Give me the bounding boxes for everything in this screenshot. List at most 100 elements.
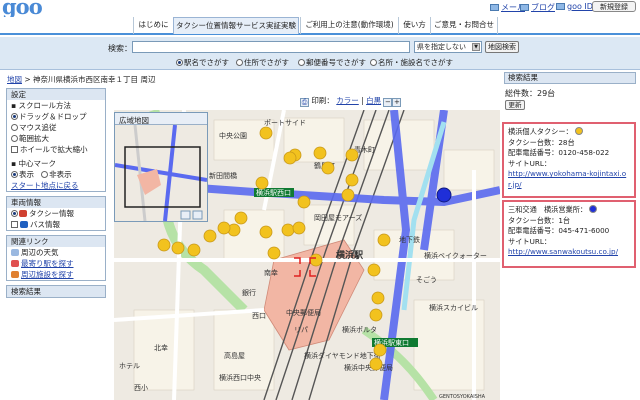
results-title: 検索結果 bbox=[504, 72, 636, 84]
tab-howto[interactable]: 使い方 bbox=[398, 17, 430, 34]
prefecture-select[interactable]: 県を指定しない ▼ bbox=[414, 41, 482, 53]
radio-icon bbox=[370, 59, 377, 66]
zoom-in-icon[interactable]: + bbox=[392, 98, 402, 107]
checkbox-icon bbox=[11, 221, 18, 228]
taxi-marker bbox=[341, 188, 355, 202]
taxi-info-checkbox[interactable]: タクシー情報 bbox=[7, 208, 105, 219]
scroll-follow[interactable]: マウス追従 bbox=[7, 122, 105, 133]
bus-icon bbox=[20, 221, 28, 228]
breadcrumb-root[interactable]: 地図 bbox=[7, 75, 22, 84]
zoom-in-icon[interactable] bbox=[192, 210, 203, 220]
mode-postal[interactable]: 郵便番号でさがす bbox=[298, 57, 366, 68]
links-title: 関連リンク bbox=[7, 236, 105, 247]
radio-icon bbox=[11, 210, 18, 217]
sanwa-dot-icon bbox=[589, 205, 598, 213]
scroll-title: ▪ スクロール方法 bbox=[11, 101, 71, 110]
radio-icon bbox=[298, 59, 305, 66]
result-name: 三和交通 横浜営業所： bbox=[508, 205, 630, 216]
overview-map[interactable]: 広域地図 bbox=[114, 112, 208, 222]
wheel-zoom-checkbox[interactable]: ホイールで拡大縮小 bbox=[7, 144, 105, 155]
taxi-marker bbox=[234, 211, 248, 225]
taxi-marker bbox=[292, 221, 306, 235]
result-phone: 配車電話番号：0120-458-022 bbox=[508, 148, 610, 158]
print-mono-link[interactable]: 白黒 bbox=[366, 96, 381, 105]
taxi-marker bbox=[309, 253, 323, 267]
results-total: 総件数：29台 bbox=[505, 89, 556, 98]
map-label: 銀行 bbox=[242, 288, 256, 297]
nearby-facility-link[interactable]: 周辺施設を探す bbox=[7, 269, 105, 280]
map-label: 横浜ベイクォーター bbox=[424, 251, 487, 260]
center-mark-options: 表示 非表示 bbox=[7, 169, 105, 180]
facility-icon bbox=[11, 271, 19, 278]
blog-link[interactable]: ブログ bbox=[520, 2, 555, 13]
search-input[interactable] bbox=[132, 41, 410, 53]
taxi-marker bbox=[297, 195, 311, 209]
checkbox-icon bbox=[11, 146, 18, 153]
map-label: GENTOSYOKAISHA bbox=[439, 394, 486, 400]
map-label: 横浜スカイビル bbox=[429, 303, 478, 312]
sidebar-results-title: 検索結果 bbox=[7, 286, 105, 297]
mode-address[interactable]: 住所でさがす bbox=[236, 57, 289, 68]
map-label: ポートサイド bbox=[264, 119, 306, 127]
taxi-marker bbox=[313, 146, 327, 160]
taxi-marker bbox=[187, 243, 201, 257]
radio-icon bbox=[41, 171, 49, 178]
scroll-zoom-range[interactable]: 範囲拡大 bbox=[7, 133, 105, 144]
tab-taxi-service[interactable]: タクシー位置情報サービス実証実験 bbox=[173, 17, 299, 34]
blog-icon bbox=[520, 4, 529, 11]
map-label: ホテル bbox=[119, 362, 140, 370]
map-search-button[interactable]: 地図検索 bbox=[485, 41, 519, 53]
map-label: 岡田屋モアーズ bbox=[314, 213, 362, 222]
map-label: 横浜中央郵便局 bbox=[344, 363, 393, 372]
taxi-marker bbox=[255, 176, 269, 190]
taxi-marker bbox=[283, 151, 297, 165]
back-to-start-link[interactable]: スタート地点に戻る bbox=[7, 180, 105, 191]
result-name: 横浜個人タクシー： bbox=[508, 127, 630, 138]
scroll-drag[interactable]: ドラッグ＆ドロップ bbox=[7, 111, 105, 122]
center-hide[interactable]: 非表示 bbox=[41, 170, 72, 179]
taxi-dot-icon bbox=[574, 127, 583, 135]
weather-link[interactable]: 周辺の天気 bbox=[7, 247, 105, 258]
result-url-link[interactable]: http://www.yokohama-kojintaxi.or.jp/ bbox=[508, 169, 626, 189]
mode-landmark[interactable]: 名所・施設名でさがす bbox=[370, 57, 453, 68]
map-label: 地下鉄 bbox=[399, 235, 420, 244]
overview-map-canvas[interactable] bbox=[114, 124, 208, 222]
map-label: 南幸 bbox=[264, 268, 278, 277]
vehicle-title: 車両情報 bbox=[7, 197, 105, 208]
result-count: タクシー台数：28台 bbox=[508, 137, 575, 147]
center-show[interactable]: 表示 bbox=[11, 170, 34, 179]
tab-contact[interactable]: ご意見・お問合せ bbox=[430, 17, 498, 34]
taxi-marker bbox=[367, 263, 381, 277]
printer-icon: ⎙ bbox=[300, 98, 309, 107]
center-title: ▪ 中心マーク bbox=[11, 159, 56, 168]
id-icon bbox=[556, 3, 565, 10]
map-label: 横浜ダイヤモンド地下街 bbox=[304, 351, 381, 360]
taxi-marker bbox=[259, 225, 273, 239]
print-color-link[interactable]: カラー bbox=[336, 96, 359, 105]
goo-id-link[interactable]: goo ID bbox=[556, 2, 593, 11]
mode-station[interactable]: 駅名でさがす bbox=[176, 57, 229, 68]
bus-info-checkbox[interactable]: バス情報 bbox=[7, 219, 105, 230]
sanwa-taxi-marker bbox=[436, 187, 452, 203]
tab-notes[interactable]: ご利用上の注意(動作環境) bbox=[300, 17, 398, 34]
print-controls: ⎙ 印刷： カラー | 白黒 − + bbox=[300, 96, 402, 107]
zoom-out-icon[interactable] bbox=[180, 210, 191, 220]
breadcrumb-path: > 神奈川県横浜市西区南幸１丁目 周辺 bbox=[24, 75, 156, 84]
breadcrumb: 地図 > 神奈川県横浜市西区南幸１丁目 周辺 bbox=[7, 74, 155, 85]
tab-bar: はじめに タクシー位置情報サービス実証実験 ご利用上の注意(動作環境) 使い方 … bbox=[0, 17, 640, 35]
map-label: 中央郵便局 bbox=[286, 308, 321, 317]
signup-button[interactable]: 新規登録 bbox=[592, 1, 636, 12]
vehicle-panel: 車両情報 タクシー情報 バス情報 bbox=[6, 196, 106, 231]
taxi-marker bbox=[267, 246, 281, 260]
map-label: そごう bbox=[416, 275, 437, 284]
nearest-station-link[interactable]: 最寄り駅を探す bbox=[7, 258, 105, 269]
settings-title: 設定 bbox=[7, 89, 105, 100]
result-url-link[interactable]: http://www.sanwakoutsu.co.jp/ bbox=[508, 247, 618, 256]
update-button[interactable]: 更新 bbox=[505, 100, 525, 110]
map-label: 横浜駅 bbox=[336, 249, 364, 261]
zoom-out-icon[interactable]: − bbox=[383, 98, 393, 107]
map-label: 西小 bbox=[134, 383, 148, 392]
tab-intro[interactable]: はじめに bbox=[133, 17, 173, 34]
map-label: 西口 bbox=[252, 312, 266, 320]
radio-icon bbox=[11, 171, 18, 178]
